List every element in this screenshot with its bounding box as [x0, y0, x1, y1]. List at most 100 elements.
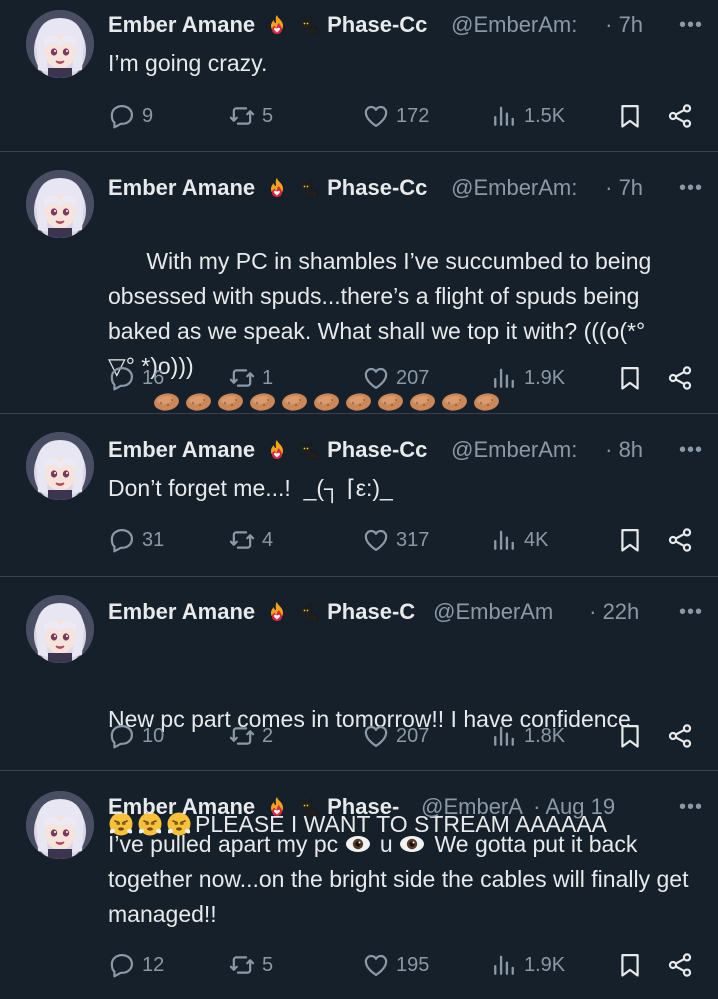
- avatar[interactable]: [26, 791, 94, 859]
- repost-button[interactable]: 5: [228, 947, 273, 983]
- avatar[interactable]: [26, 432, 94, 500]
- like-button[interactable]: 207: [362, 360, 429, 396]
- reply-button[interactable]: 10: [108, 718, 164, 754]
- share-button[interactable]: [666, 522, 694, 558]
- tweet[interactable]: Ember Amane Phase-Cc @EmberAm: · 7h ••• …: [0, 0, 718, 152]
- views-icon: [494, 106, 514, 126]
- tweet-text-part: u: [379, 831, 393, 857]
- repost-button[interactable]: 4: [228, 522, 273, 558]
- share-button[interactable]: [666, 360, 694, 396]
- avatar[interactable]: [26, 10, 94, 78]
- views-button[interactable]: 4K: [490, 522, 548, 558]
- tweet-header: Ember Amane Phase-Cc @EmberAm: · 7h: [108, 10, 710, 40]
- repost-button[interactable]: 2: [228, 718, 273, 754]
- like-button[interactable]: 207: [362, 718, 429, 754]
- views-button[interactable]: 1.9K: [490, 360, 565, 396]
- repost-button[interactable]: 1: [228, 360, 273, 396]
- repost-icon: [229, 107, 255, 125]
- author-name[interactable]: Ember Amane: [108, 437, 255, 463]
- repost-count: 5: [262, 953, 274, 976]
- black-cat-icon: [297, 438, 321, 462]
- black-cat-icon-glyph: [300, 602, 319, 622]
- tweet-actions: 16 1 207 1.9K: [108, 360, 718, 396]
- black-cat-icon-glyph: [300, 440, 319, 460]
- share-button[interactable]: [666, 947, 694, 983]
- fire-heart-icon-glyph: [271, 797, 284, 816]
- black-cat-icon: [297, 176, 321, 200]
- reply-button[interactable]: 16: [108, 360, 164, 396]
- repost-count: 4: [262, 528, 274, 551]
- like-button[interactable]: 317: [362, 522, 429, 558]
- bookmark-icon: [621, 528, 639, 552]
- view-count: 4K: [524, 528, 549, 551]
- author-name[interactable]: Ember Amane: [108, 12, 255, 38]
- author-handle[interactable]: @EmberAm:: [451, 12, 599, 38]
- more-options-icon[interactable]: •••: [676, 792, 706, 822]
- author-handle[interactable]: @EmberAm:: [451, 437, 599, 463]
- avatar[interactable]: [26, 595, 94, 663]
- tweet-time[interactable]: · 22h: [589, 599, 639, 625]
- eye-emoji-icon: [345, 831, 371, 857]
- views-icon: [494, 726, 514, 746]
- share-button[interactable]: [666, 98, 694, 134]
- tweet-time[interactable]: · Aug 19: [533, 794, 615, 820]
- more-options-icon[interactable]: •••: [676, 10, 706, 40]
- tweet[interactable]: Ember Amane Phase-Cc @EmberAm: · 7h ••• …: [0, 152, 718, 414]
- reply-button[interactable]: 12: [108, 947, 164, 983]
- bookmark-button[interactable]: [616, 360, 644, 396]
- tweet-time[interactable]: · 7h: [605, 12, 643, 38]
- author-name[interactable]: Ember Amane: [108, 175, 255, 201]
- tweet[interactable]: Ember Amane Phase- @EmberA · Aug 19 ••• …: [0, 771, 718, 999]
- views-button[interactable]: 1.9K: [490, 947, 565, 983]
- like-button[interactable]: 172: [362, 98, 429, 134]
- bookmark-button[interactable]: [616, 522, 644, 558]
- bookmark-button[interactable]: [616, 718, 644, 754]
- reply-button[interactable]: 31: [108, 522, 164, 558]
- repost-icon: [229, 727, 255, 745]
- reply-button[interactable]: 9: [108, 98, 153, 134]
- author-name[interactable]: Ember Amane: [108, 794, 255, 820]
- repost-button[interactable]: 5: [228, 98, 273, 134]
- bookmark-button[interactable]: [616, 947, 644, 983]
- fire-heart-icon-glyph: [271, 440, 284, 459]
- tweet-actions: 9 5 172 1.5K: [108, 98, 718, 134]
- tweet-time[interactable]: · 7h: [605, 175, 643, 201]
- view-count: 1.9K: [524, 953, 566, 976]
- tweet-header: Ember Amane Phase-Cc @EmberAm: · 8h: [108, 435, 710, 465]
- tweet[interactable]: Ember Amane Phase-C @EmberAm · 22h ••• N…: [0, 577, 718, 837]
- black-cat-icon-glyph: [300, 797, 319, 817]
- bookmark-icon: [621, 104, 639, 128]
- like-count: 317: [396, 528, 430, 551]
- fire-heart-icon-glyph: [271, 15, 284, 34]
- author-handle[interactable]: @EmberAm:: [451, 175, 599, 201]
- author-handle[interactable]: @EmberA: [421, 794, 527, 820]
- views-icon: [494, 955, 514, 975]
- author-name[interactable]: Ember Amane: [108, 599, 255, 625]
- repost-count: 2: [262, 724, 274, 747]
- bookmark-icon: [621, 953, 639, 977]
- more-options-icon[interactable]: •••: [676, 173, 706, 203]
- like-button[interactable]: 195: [362, 947, 429, 983]
- share-button[interactable]: [666, 718, 694, 754]
- more-options-icon[interactable]: •••: [676, 597, 706, 627]
- eye-emoji-icon: [399, 831, 425, 857]
- tweet[interactable]: Ember Amane Phase-Cc @EmberAm: · 8h ••• …: [0, 414, 718, 577]
- tweet-time[interactable]: · 8h: [605, 437, 643, 463]
- reply-icon: [110, 724, 134, 749]
- bookmark-button[interactable]: [616, 98, 644, 134]
- tweet-header: Ember Amane Phase-C @EmberAm · 22h: [108, 597, 710, 627]
- more-options-icon[interactable]: •••: [676, 435, 706, 465]
- avatar-image: [26, 791, 94, 859]
- views-button[interactable]: 1.5K: [490, 98, 565, 134]
- reply-count: 12: [142, 953, 165, 976]
- share-icon: [668, 104, 692, 128]
- avatar[interactable]: [26, 170, 94, 238]
- tweet-header: Ember Amane Phase- @EmberA · Aug 19: [108, 792, 710, 822]
- author-handle[interactable]: @EmberAm: [433, 599, 583, 625]
- views-button[interactable]: 1.8K: [490, 718, 565, 754]
- bookmark-icon: [621, 366, 639, 390]
- share-icon: [668, 724, 692, 748]
- tweet-text: Don’t forget me...! _(┐ ⌈ε:)_: [108, 475, 393, 501]
- fire-heart-icon: [265, 176, 289, 200]
- bookmark-icon: [621, 724, 639, 748]
